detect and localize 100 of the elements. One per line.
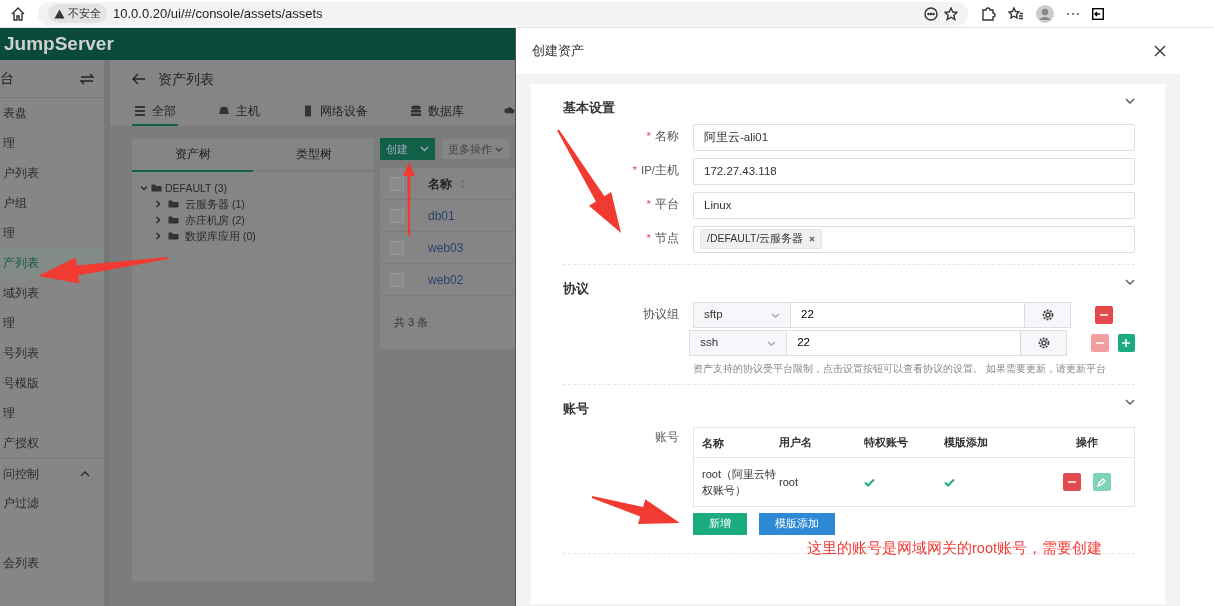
sidebar-item[interactable]: 问控制	[0, 458, 104, 488]
chevron-down-icon[interactable]	[1125, 98, 1135, 104]
security-indicator[interactable]: 不安全	[48, 4, 107, 23]
chevron-right-icon[interactable]	[154, 200, 162, 208]
settings-icon	[1037, 337, 1050, 349]
input-field[interactable]: 阿里云-ali01	[693, 123, 1135, 151]
field-label: 账号	[655, 431, 679, 443]
total-count: 共 3 条	[393, 315, 430, 330]
port-field[interactable]: 22	[787, 330, 1022, 356]
column-header: 操作	[1074, 435, 1099, 451]
field-label: * 平台	[646, 198, 679, 211]
table-cell-text: root（阿里云特权账号）	[701, 467, 777, 498]
column-header: 名称	[701, 435, 725, 451]
input-field[interactable]: 172.27.43.118	[693, 157, 1135, 185]
section-title: 基本设置	[563, 99, 615, 117]
minus-icon	[1100, 311, 1108, 319]
node-tag[interactable]: /DEFAULT/云服务器	[700, 229, 823, 249]
asset-link[interactable]: web02	[428, 270, 464, 289]
protocol-select[interactable]: sftp	[693, 302, 791, 328]
address-field[interactable]: 10.0.0.20/ui/#/console/assets/assets	[113, 3, 323, 24]
star-icon[interactable]	[944, 6, 958, 21]
close-icon[interactable]	[1154, 45, 1166, 57]
settings-icon	[1041, 309, 1054, 321]
tag-select-field[interactable]: /DEFAULT/云服务器	[693, 225, 1135, 253]
tree-node[interactable]: 数据库应用 (0)	[185, 228, 256, 244]
sidebar-group-label: 理	[2, 406, 16, 421]
cloud-icon[interactable]	[504, 105, 515, 115]
sidebar-item[interactable]: 表盘	[0, 98, 104, 128]
settings-button[interactable]	[1021, 330, 1068, 356]
asset-link[interactable]: web03	[428, 238, 464, 257]
add-button[interactable]: 新增	[693, 513, 747, 535]
sidebar-item[interactable]: 户组	[0, 188, 104, 218]
tree-tab[interactable]: 资产树	[132, 138, 253, 172]
extension-icon[interactable]	[980, 5, 996, 22]
sidebar-item[interactable]: 域列表	[0, 278, 104, 308]
sidebar-item[interactable]: 户列表	[0, 158, 104, 188]
pencil-icon	[1097, 477, 1106, 487]
sidebar-item[interactable]: 号模版	[0, 368, 104, 398]
chevron-right-icon[interactable]	[154, 232, 162, 240]
settings-button[interactable]	[1025, 302, 1071, 328]
tree-tab[interactable]: 类型树	[253, 138, 374, 172]
tree-node[interactable]: 云服务器 (1)	[185, 196, 245, 212]
minus-icon	[1095, 339, 1104, 347]
create-button[interactable]: 创建	[380, 138, 435, 160]
chevron-down-icon[interactable]	[1125, 279, 1135, 285]
sidebar-icon[interactable]	[1092, 7, 1104, 20]
sidebar-group-label: 理	[2, 136, 16, 151]
caret-icon	[495, 146, 503, 152]
add-button[interactable]	[1117, 334, 1135, 352]
port-field[interactable]: 22	[791, 302, 1025, 328]
field-label: * 名称	[646, 130, 679, 143]
column-header: 用户名	[779, 435, 813, 451]
favorites-icon[interactable]	[1008, 5, 1024, 22]
sidebar-item[interactable]: 号列表	[0, 338, 104, 368]
remove-button[interactable]	[1062, 473, 1081, 491]
chip-icon	[302, 105, 314, 117]
template-add-button[interactable]: 模版添加	[759, 513, 835, 535]
sidebar-item[interactable]: 产授权	[0, 428, 104, 458]
help-text: 资产支持的协议受平台限制，点击设置按钮可以查看协议的设置。 如果需要更新，请更新平台	[693, 362, 1107, 376]
chevron-down-icon[interactable]	[1125, 399, 1135, 405]
chevron-down-icon[interactable]	[140, 184, 148, 192]
drive-icon	[218, 105, 230, 117]
field-label: 协议组	[643, 308, 679, 321]
caret-icon	[767, 340, 777, 346]
input-field[interactable]: Linux	[693, 191, 1135, 219]
field-label: * 节点	[646, 232, 679, 245]
home-icon[interactable]	[10, 5, 26, 22]
category-tab[interactable]: 网络设备	[300, 98, 370, 126]
folder-icon	[151, 183, 162, 193]
folder-icon	[168, 199, 179, 209]
chevron-right-icon[interactable]	[154, 216, 162, 224]
back-arrow-icon[interactable]	[132, 73, 146, 85]
caret-icon	[420, 146, 429, 152]
remove-button[interactable]	[1095, 306, 1113, 324]
list-icon	[134, 105, 146, 117]
drawer-title: 创建资产	[532, 42, 584, 61]
asset-link[interactable]: db01	[428, 206, 455, 225]
sidebar-title: 台	[0, 69, 14, 88]
column-header[interactable]: 名称	[428, 174, 452, 193]
more-icon[interactable]	[924, 6, 938, 21]
app-logo: JumpServer	[0, 28, 515, 60]
category-tab[interactable]: 主机	[216, 98, 262, 126]
category-tab[interactable]: 数据库	[408, 98, 466, 126]
table-cell-text: root	[779, 474, 799, 490]
avatar-icon[interactable]	[1036, 4, 1054, 23]
tree-node[interactable]: 亦庄机房 (2)	[185, 212, 245, 228]
plus-icon	[1122, 339, 1131, 347]
page-title: 资产列表	[158, 69, 214, 89]
more-actions-button[interactable]: 更多操作	[441, 138, 510, 160]
section-title: 账号	[563, 400, 589, 418]
folder-icon	[168, 215, 179, 225]
tree-node[interactable]: DEFAULT (3)	[165, 180, 228, 196]
switch-icon[interactable]	[80, 72, 94, 85]
sidebar-item[interactable]: 会列表	[0, 548, 104, 578]
sidebar-item[interactable]: 户过滤	[0, 488, 104, 518]
protocol-select[interactable]: ssh	[689, 330, 788, 356]
minus-icon	[1067, 478, 1076, 486]
category-tab[interactable]: 全部	[132, 98, 178, 126]
checkbox[interactable]	[390, 176, 404, 191]
warning-icon	[54, 8, 65, 19]
